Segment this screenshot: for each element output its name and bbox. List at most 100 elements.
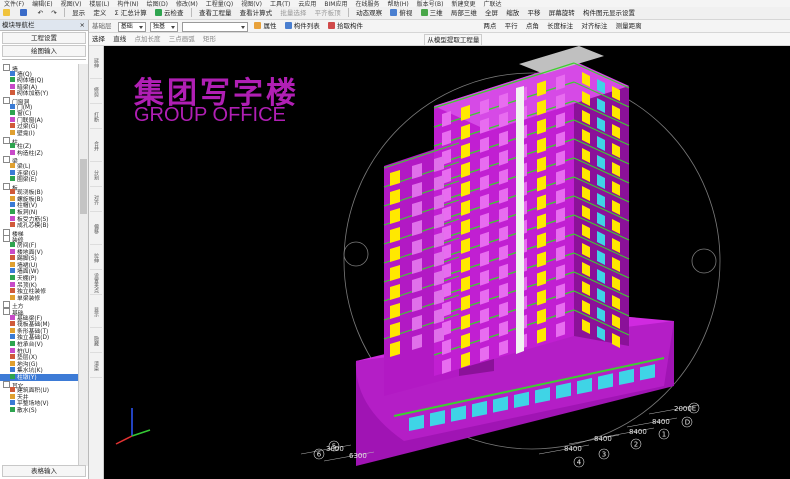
tree-item[interactable]: 桩(U) <box>0 347 78 355</box>
tree-item[interactable]: 过梁(G) <box>0 123 78 130</box>
pick-component-button[interactable]: 拾取构件 <box>326 21 365 31</box>
tree-item[interactable]: 墙 <box>0 64 78 73</box>
tree-item[interactable]: 筏板基础(M) <box>0 321 78 328</box>
tree-item[interactable]: 房间(F) <box>0 242 78 249</box>
tree-item[interactable]: 建筑面积(U) <box>0 387 78 394</box>
tree-item[interactable]: 地沟(G) <box>0 360 78 368</box>
3d-viewport[interactable]: 2000 8400 8400 8400 8400 3000 6300 E D 1 2 3 4 5 6 集团写… <box>104 46 790 479</box>
undo-icon[interactable]: ↶ <box>35 8 44 18</box>
define-button[interactable]: 定义 <box>91 8 108 18</box>
modify-tool-button[interactable]: 渲染 <box>90 355 102 378</box>
fullscreen-button[interactable]: 全屏 <box>483 8 500 18</box>
tree-item[interactable]: 土方 <box>0 301 78 310</box>
tree-item[interactable]: 梁(L) <box>0 162 78 170</box>
pan-button[interactable]: 平移 <box>526 8 543 18</box>
tree-item[interactable]: 成孔芯模(B) <box>0 222 78 229</box>
modify-tool-button[interactable]: 隐藏 <box>90 330 102 353</box>
tree-item[interactable]: 门窗洞 <box>0 96 78 106</box>
tree-item[interactable]: 砌体加筋(Y) <box>0 90 78 97</box>
summary-calc-button[interactable]: Σ 汇总计算 <box>113 8 149 18</box>
length-dimension-button[interactable]: 长度标注 <box>545 21 575 31</box>
tree-item[interactable]: 踢脚(S) <box>0 255 78 262</box>
tree-item[interactable]: 圈梁(E) <box>0 176 78 183</box>
project-settings-button[interactable]: 工程设置 <box>2 32 86 44</box>
tree-item[interactable]: 板受力筋(S) <box>0 215 78 223</box>
tree-item[interactable]: 楼梯 <box>0 228 78 238</box>
tree-item[interactable]: 砌体墙(Q) <box>0 77 78 84</box>
properties-button[interactable]: 属性 <box>252 21 278 31</box>
modify-tool-button[interactable]: 分割 <box>90 164 102 187</box>
tree-item[interactable]: 独立基础(D) <box>0 334 78 341</box>
tree-item[interactable]: 墙(Q) <box>0 70 78 78</box>
tree-scrollbar[interactable] <box>78 64 88 466</box>
tree-item[interactable]: 天井 <box>0 393 78 401</box>
modify-tool-button[interactable]: 修剪 <box>90 81 102 104</box>
tree-item[interactable]: 其它 <box>0 380 78 390</box>
scrollbar-thumb[interactable] <box>80 159 87 214</box>
point-length-button[interactable]: 点加长度 <box>132 34 162 44</box>
tree-item[interactable]: 装修 <box>0 235 78 244</box>
tree-item[interactable]: 壁龛(I) <box>0 129 78 137</box>
tree-item[interactable]: 螺旋板(B) <box>0 195 78 203</box>
floor-select[interactable]: 基础 <box>117 22 146 32</box>
aligned-dimension-button[interactable]: 对齐标注 <box>579 21 609 31</box>
top-view-button[interactable]: 俯视 <box>388 8 414 18</box>
tree-item[interactable]: 条形基础(T) <box>0 327 78 335</box>
tree-item[interactable]: 桩承台(V) <box>0 340 78 348</box>
modify-tool-button[interactable]: 对齐 <box>90 189 102 212</box>
rectangle-button[interactable]: 矩形 <box>201 34 218 44</box>
display-button[interactable]: 显示 <box>70 8 87 18</box>
save-icon[interactable] <box>18 8 31 18</box>
tree-item[interactable]: 墙面(W) <box>0 268 78 275</box>
zoom-button[interactable]: 缩放 <box>504 8 521 18</box>
modify-tool-button[interactable]: 设置夹点 <box>90 272 102 295</box>
modify-tool-button[interactable]: 延伸 <box>90 48 102 79</box>
component-type-select[interactable]: 独基 <box>149 22 178 32</box>
tree-item[interactable]: 楼地面(V) <box>0 248 78 256</box>
tree-item[interactable]: 柱(Z) <box>0 143 78 150</box>
extract-quantity-button[interactable]: 从模型提取工程量 <box>424 34 483 45</box>
tree-item[interactable]: 单梁装修 <box>0 294 78 302</box>
tree-item[interactable]: 柱帽(V) <box>0 202 78 209</box>
tree-item[interactable]: 门(M) <box>0 103 78 111</box>
tree-item[interactable]: 集水坑(K) <box>0 367 78 374</box>
tree-item[interactable]: 窗(C) <box>0 110 78 117</box>
line-button[interactable]: 直线 <box>111 34 128 44</box>
modify-tool-button[interactable]: 偏移 <box>90 214 102 245</box>
tree-item[interactable]: 散水(S) <box>0 406 78 414</box>
measure-distance-button[interactable]: 测量距离 <box>614 21 644 31</box>
redo-icon[interactable]: ↷ <box>49 8 58 18</box>
orbit-handle-right[interactable] <box>691 248 717 274</box>
tree-item[interactable]: 板 <box>0 182 78 192</box>
three-point-arc-button[interactable]: 三点画弧 <box>167 34 197 44</box>
modify-tool-button[interactable]: 打断 <box>90 106 102 129</box>
tree-item[interactable]: 垫层(X) <box>0 354 78 361</box>
tree-item[interactable]: 基础 <box>0 307 78 317</box>
tree-item[interactable]: 柱 <box>0 136 78 146</box>
tree-item[interactable]: 墙裙(U) <box>0 261 78 269</box>
two-points-button[interactable]: 两点 <box>481 21 498 31</box>
modify-tool-button[interactable]: 显示 <box>90 297 102 328</box>
tree-item[interactable]: 板洞(N) <box>0 209 78 216</box>
tree-item[interactable]: 构造柱(Z) <box>0 149 78 157</box>
select-button[interactable]: 选择 <box>90 34 107 44</box>
display-settings-button[interactable]: 构件图元显示设置 <box>581 8 637 18</box>
point-angle-button[interactable]: 点角 <box>524 21 541 31</box>
component-list-button[interactable]: 构件列表 <box>283 21 322 31</box>
cloud-check-button[interactable]: 云检查 <box>153 8 186 18</box>
view-quantity-button[interactable]: 查看工程量 <box>197 8 234 18</box>
component-select[interactable] <box>182 22 249 32</box>
screen-rotate-button[interactable]: 屏幕旋转 <box>547 8 577 18</box>
tree-item[interactable]: 天棚(P) <box>0 275 78 282</box>
orbit-handle-left[interactable] <box>343 241 369 267</box>
tree-item[interactable]: 连梁(G) <box>0 169 78 177</box>
dynamic-orbit-button[interactable]: 动态观察 <box>354 8 384 18</box>
tree-item[interactable]: 暗梁(A) <box>0 83 78 91</box>
tree-item[interactable]: 梁 <box>0 156 78 165</box>
3d-view-button[interactable]: 三维 <box>419 8 445 18</box>
batch-select-button[interactable]: 批量选择 <box>278 8 308 18</box>
tree-item[interactable]: 门联窗(A) <box>0 116 78 124</box>
table-input-button[interactable]: 表格输入 <box>2 465 86 477</box>
modify-tool-button[interactable]: 合并 <box>90 131 102 162</box>
tree-item[interactable]: 独立柱装修 <box>0 288 78 295</box>
